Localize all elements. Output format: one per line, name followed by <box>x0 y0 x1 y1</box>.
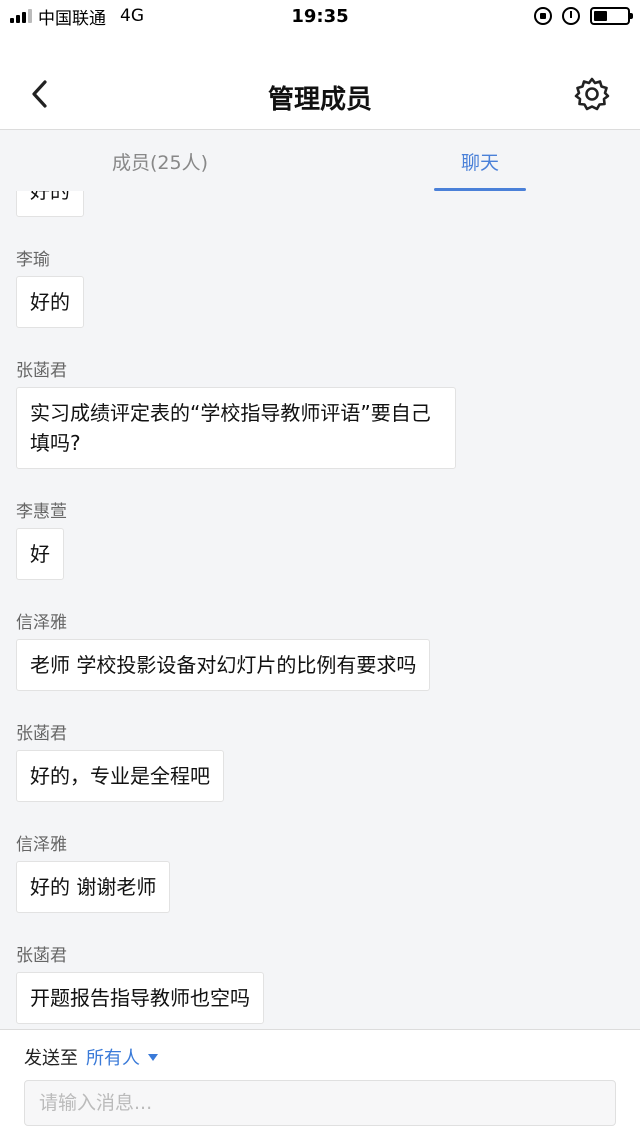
carrier-name: 中国联通 <box>38 8 106 29</box>
message-sender: 张菡君 <box>16 946 67 966</box>
message-bubble[interactable]: 好 <box>16 528 64 580</box>
back-button[interactable] <box>22 76 58 112</box>
tab-chat[interactable]: 聊天 <box>320 131 640 191</box>
chat-list[interactable]: 好的 李瑜 好的 张菡君 实习成绩评定表的“学校指导教师评语”要自己填吗? 李惠… <box>0 191 640 1029</box>
tab-bar: 成员(25人) 聊天 <box>0 131 640 191</box>
page-title: 管理成员 <box>267 85 372 115</box>
status-bar: 中国联通 4G 19:35 <box>0 0 640 32</box>
settings-button[interactable] <box>572 74 612 114</box>
send-to-row: 发送至 所有人 <box>24 1044 158 1070</box>
message-sender: 李惠萱 <box>16 502 67 522</box>
chat-message: 好的 <box>0 191 640 217</box>
caret-down-icon <box>148 1053 158 1061</box>
message-bubble[interactable]: 好的 <box>16 191 84 217</box>
alarm-icon <box>562 7 580 25</box>
message-sender: 信泽雅 <box>16 613 67 633</box>
message-input[interactable] <box>24 1080 616 1126</box>
message-composer: 发送至 所有人 <box>0 1029 640 1137</box>
chat-message: 张菡君 好的，专业是全程吧 <box>0 719 640 802</box>
rotation-lock-icon <box>534 7 552 25</box>
recipient-selector[interactable]: 所有人 <box>86 1044 158 1070</box>
chat-message: 信泽雅 好的 谢谢老师 <box>0 830 640 913</box>
recipient-label: 所有人 <box>86 1048 140 1069</box>
message-sender: 信泽雅 <box>16 835 67 855</box>
chat-message: 张菡君 开题报告指导教师也空吗 <box>0 941 640 1024</box>
gear-icon <box>574 77 610 111</box>
network-type: 4G <box>120 6 144 26</box>
chat-messages: 好的 李瑜 好的 张菡君 实习成绩评定表的“学校指导教师评语”要自己填吗? 李惠… <box>0 191 640 1029</box>
chevron-left-icon <box>32 80 47 108</box>
message-bubble[interactable]: 老师 学校投影设备对幻灯片的比例有要求吗 <box>16 639 431 691</box>
chat-message: 信泽雅 老师 学校投影设备对幻灯片的比例有要求吗 <box>0 608 640 691</box>
chat-message: 李惠萱 好 <box>0 497 640 580</box>
message-sender: 张菡君 <box>16 361 67 381</box>
message-bubble[interactable]: 好的 <box>16 276 84 328</box>
chat-message: 李瑜 好的 <box>0 245 640 328</box>
send-to-label: 发送至 <box>24 1048 78 1069</box>
message-sender: 李瑜 <box>16 250 50 270</box>
signal-icon <box>10 9 32 23</box>
message-bubble[interactable]: 好的，专业是全程吧 <box>16 750 224 802</box>
message-sender: 张菡君 <box>16 724 67 744</box>
chat-message: 张菡君 实习成绩评定表的“学校指导教师评语”要自己填吗? <box>0 356 640 469</box>
message-bubble[interactable]: 好的 谢谢老师 <box>16 861 171 913</box>
tab-members[interactable]: 成员(25人) <box>0 131 320 191</box>
battery-icon <box>590 7 633 25</box>
message-bubble[interactable]: 实习成绩评定表的“学校指导教师评语”要自己填吗? <box>16 387 456 469</box>
nav-header: 管理成员 <box>0 32 640 130</box>
message-bubble[interactable]: 开题报告指导教师也空吗 <box>16 972 264 1024</box>
